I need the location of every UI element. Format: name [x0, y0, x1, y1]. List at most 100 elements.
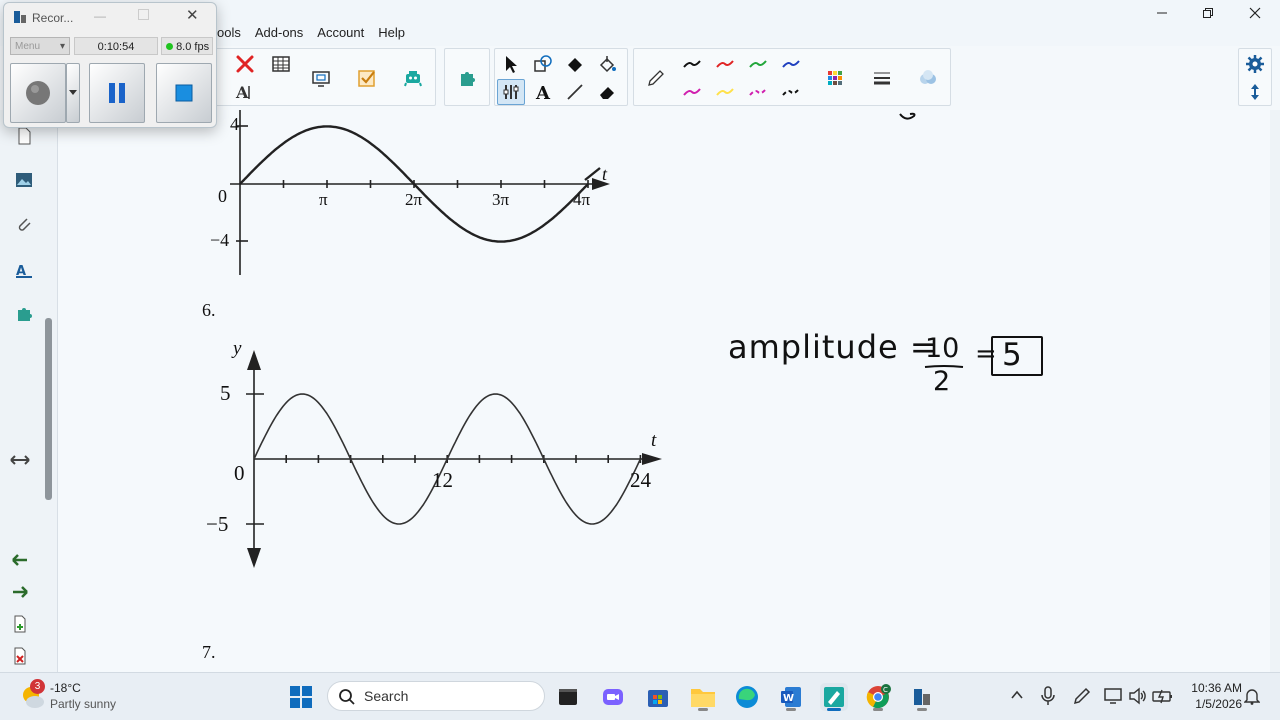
line-width-button[interactable] — [868, 65, 896, 91]
pen-blue-swatch[interactable] — [777, 51, 805, 77]
recorder-elapsed-time: 0:10:54 — [74, 37, 158, 55]
sidebar-move-button[interactable] — [6, 446, 34, 474]
recorder-menu-dropdown[interactable]: Menu ▾ — [10, 37, 70, 55]
record-options-button[interactable] — [66, 63, 80, 123]
page-icon — [18, 127, 31, 145]
chrome-app[interactable]: C — [864, 683, 892, 711]
properties-button[interactable]: A — [10, 256, 38, 284]
fraction-numerator: 10 — [925, 333, 960, 364]
answer-value: 5 — [1002, 337, 1022, 373]
math-tools-tool[interactable] — [497, 79, 525, 105]
weather-widget[interactable]: 3 — [20, 679, 46, 715]
left-right-arrow-icon — [10, 455, 30, 465]
add-page-button[interactable] — [6, 610, 34, 638]
cursor-arrow-icon — [506, 56, 517, 73]
problem-7-number: 7. — [202, 642, 216, 662]
checklist-button[interactable] — [353, 65, 381, 91]
fill-tool[interactable] — [561, 51, 589, 77]
clock-time: 10:36 AM — [1191, 681, 1242, 695]
delete-page-button[interactable] — [6, 642, 34, 670]
menu-account[interactable]: Account — [310, 24, 371, 44]
widget-button[interactable] — [399, 65, 427, 91]
recording-status-dot — [166, 43, 173, 50]
gallery-button[interactable] — [10, 166, 38, 194]
word-app[interactable]: W — [777, 683, 805, 711]
recorder-minimize-button[interactable]: — — [94, 9, 106, 23]
recorder-app[interactable] — [908, 683, 936, 711]
edge-app[interactable] — [733, 683, 761, 711]
pen-green-swatch[interactable] — [744, 51, 772, 77]
menu-add-ons[interactable]: Add-ons — [248, 24, 310, 44]
recorder-maximize-button[interactable] — [138, 9, 149, 20]
select-tool[interactable] — [497, 51, 525, 77]
toolbar-group-settings — [1238, 48, 1272, 106]
settings-button[interactable] — [1241, 51, 1269, 77]
app-running-indicator — [698, 708, 708, 711]
battery-button[interactable] — [1152, 686, 1174, 711]
page-scrollbar[interactable] — [1270, 110, 1280, 672]
eraser-tool[interactable] — [593, 79, 621, 105]
problem-6-number: 6. — [202, 300, 216, 320]
x-tick-label-12: 12 — [432, 468, 453, 492]
taskbar-search[interactable]: Search — [327, 681, 545, 711]
clock[interactable]: 10:36 AM 1/5/2026 — [1180, 681, 1242, 711]
windows-logo-icon — [290, 686, 312, 708]
x-tick-label-4pi: 4π — [573, 190, 591, 209]
network-button[interactable] — [1103, 686, 1123, 711]
minimize-button[interactable] — [1139, 2, 1185, 24]
show-hidden-icons-button[interactable] — [1010, 688, 1024, 707]
x-axis-arrow — [642, 453, 662, 465]
table-button[interactable] — [267, 51, 295, 77]
toolbar-group-tools: A — [494, 48, 628, 106]
arrow-right-icon — [13, 586, 28, 598]
menu-help[interactable]: Help — [371, 24, 412, 44]
close-button[interactable] — [1232, 2, 1278, 24]
teams-app[interactable] — [599, 683, 627, 711]
whiteboard-app[interactable] — [820, 683, 848, 711]
microphone-button[interactable] — [1040, 686, 1056, 711]
expand-vertical-icon — [1251, 84, 1259, 100]
taskview-app[interactable] — [554, 683, 582, 711]
svg-text:A: A — [535, 83, 551, 102]
pen-red-swatch[interactable] — [711, 51, 739, 77]
color-palette-button[interactable] — [821, 65, 849, 91]
pause-button[interactable] — [89, 63, 145, 123]
shapes-tool[interactable] — [529, 51, 557, 77]
y-axis-label: y — [233, 338, 242, 359]
sidebar-scrollbar[interactable] — [45, 318, 52, 500]
delete-button[interactable] — [231, 51, 259, 77]
text-style-icon: A — [235, 83, 250, 102]
previous-page-button[interactable] — [6, 546, 34, 574]
search-placeholder: Search — [364, 688, 409, 704]
line-tool[interactable] — [561, 79, 589, 105]
start-button[interactable] — [287, 683, 315, 711]
text-recognition-button[interactable]: A — [231, 79, 259, 105]
pen-tool[interactable] — [642, 65, 670, 91]
effects-button[interactable] — [914, 65, 942, 91]
pen-magenta-swatch[interactable] — [678, 79, 706, 105]
record-button[interactable] — [10, 63, 66, 123]
attachments-button[interactable] — [10, 210, 38, 238]
compass-ruler-icon — [503, 85, 519, 99]
highlighter-yellow-swatch[interactable] — [711, 79, 739, 105]
next-page-button[interactable] — [6, 578, 34, 606]
screen-capture-button[interactable] — [307, 65, 335, 91]
pen-black-swatch[interactable] — [678, 51, 706, 77]
screen-recorder-window[interactable]: Recor... — ✕ Menu ▾ 0:10:54 8.0 fps — [3, 2, 217, 128]
pen-black-dashed-swatch[interactable] — [777, 79, 805, 105]
pen-magenta-dashed-swatch[interactable] — [744, 79, 772, 105]
pen-menu-button[interactable] — [1072, 686, 1092, 711]
stop-button[interactable] — [156, 63, 212, 123]
file-explorer-app[interactable] — [689, 683, 717, 711]
toolbar-toggle-button[interactable] — [1241, 79, 1269, 105]
store-app[interactable] — [644, 683, 672, 711]
paint-bucket-tool[interactable] — [593, 51, 621, 77]
addon-button[interactable] — [453, 65, 481, 91]
notifications-button[interactable] — [1243, 687, 1261, 710]
text-tool[interactable]: A — [529, 79, 557, 105]
restore-button[interactable] — [1185, 2, 1231, 24]
svg-text:W: W — [783, 693, 794, 704]
recorder-close-button[interactable]: ✕ — [186, 6, 199, 24]
volume-button[interactable] — [1128, 686, 1148, 711]
addons-panel-button[interactable] — [10, 300, 38, 328]
